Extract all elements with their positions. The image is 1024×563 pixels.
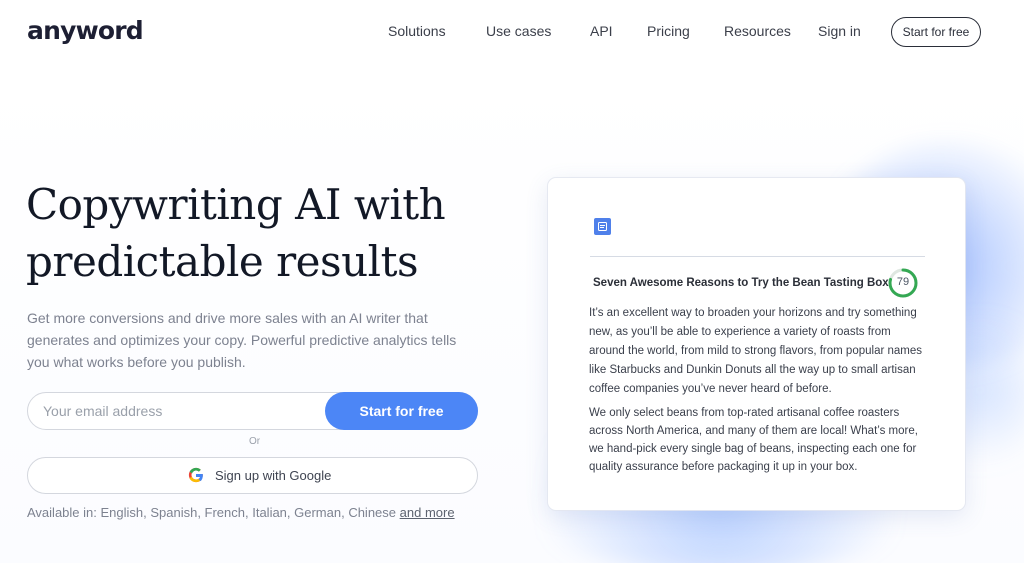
- google-signup-button[interactable]: Sign up with Google: [27, 457, 478, 494]
- google-signup-content: Sign up with Google: [187, 466, 331, 484]
- nav-pricing-link[interactable]: Pricing: [647, 23, 690, 39]
- email-signup-form: Start for free: [27, 392, 478, 430]
- or-divider: Or: [249, 436, 261, 447]
- landing-page: anyword Solutions Use cases API Pricing …: [0, 0, 1024, 563]
- sample-output-card: Seven Awesome Reasons to Try the Bean Ta…: [548, 178, 965, 510]
- sample-title: Seven Awesome Reasons to Try the Bean Ta…: [593, 277, 889, 289]
- nav-api-link[interactable]: API: [590, 23, 613, 39]
- language-availability: Available in: English, Spanish, French, …: [27, 505, 455, 520]
- document-icon: [594, 218, 611, 235]
- availability-text: Available in: English, Spanish, French, …: [27, 505, 397, 520]
- google-icon: [188, 467, 203, 483]
- card-divider: [590, 256, 925, 257]
- performance-score-value: 79: [896, 276, 910, 288]
- anyword-logo[interactable]: anyword: [27, 16, 144, 45]
- sample-paragraph: It’s an excellent way to broaden your ho…: [589, 307, 923, 395]
- nav-use-cases-link[interactable]: Use cases: [486, 23, 551, 39]
- start-free-button[interactable]: Start for free: [325, 392, 478, 430]
- top-navigation: anyword Solutions Use cases API Pricing …: [0, 0, 1024, 70]
- hero-description: Get more conversions and drive more sale…: [27, 310, 457, 370]
- performance-score-badge: 79: [887, 267, 919, 299]
- sign-in-link[interactable]: Sign in: [818, 23, 861, 39]
- hero-title-line-1: Copywriting AI with: [26, 180, 446, 229]
- google-signup-label: Sign up with Google: [215, 467, 332, 483]
- more-languages-link[interactable]: and more: [400, 505, 455, 520]
- hero-title: Copywriting AI with predictable results: [26, 176, 526, 290]
- header-start-free-button[interactable]: Start for free: [891, 17, 981, 47]
- nav-resources-link[interactable]: Resources: [724, 23, 791, 39]
- nav-solutions-link[interactable]: Solutions: [388, 23, 446, 39]
- hero-title-line-2: predictable results: [26, 237, 419, 286]
- sample-paragraph: We only select beans from top-rated arti…: [589, 407, 918, 473]
